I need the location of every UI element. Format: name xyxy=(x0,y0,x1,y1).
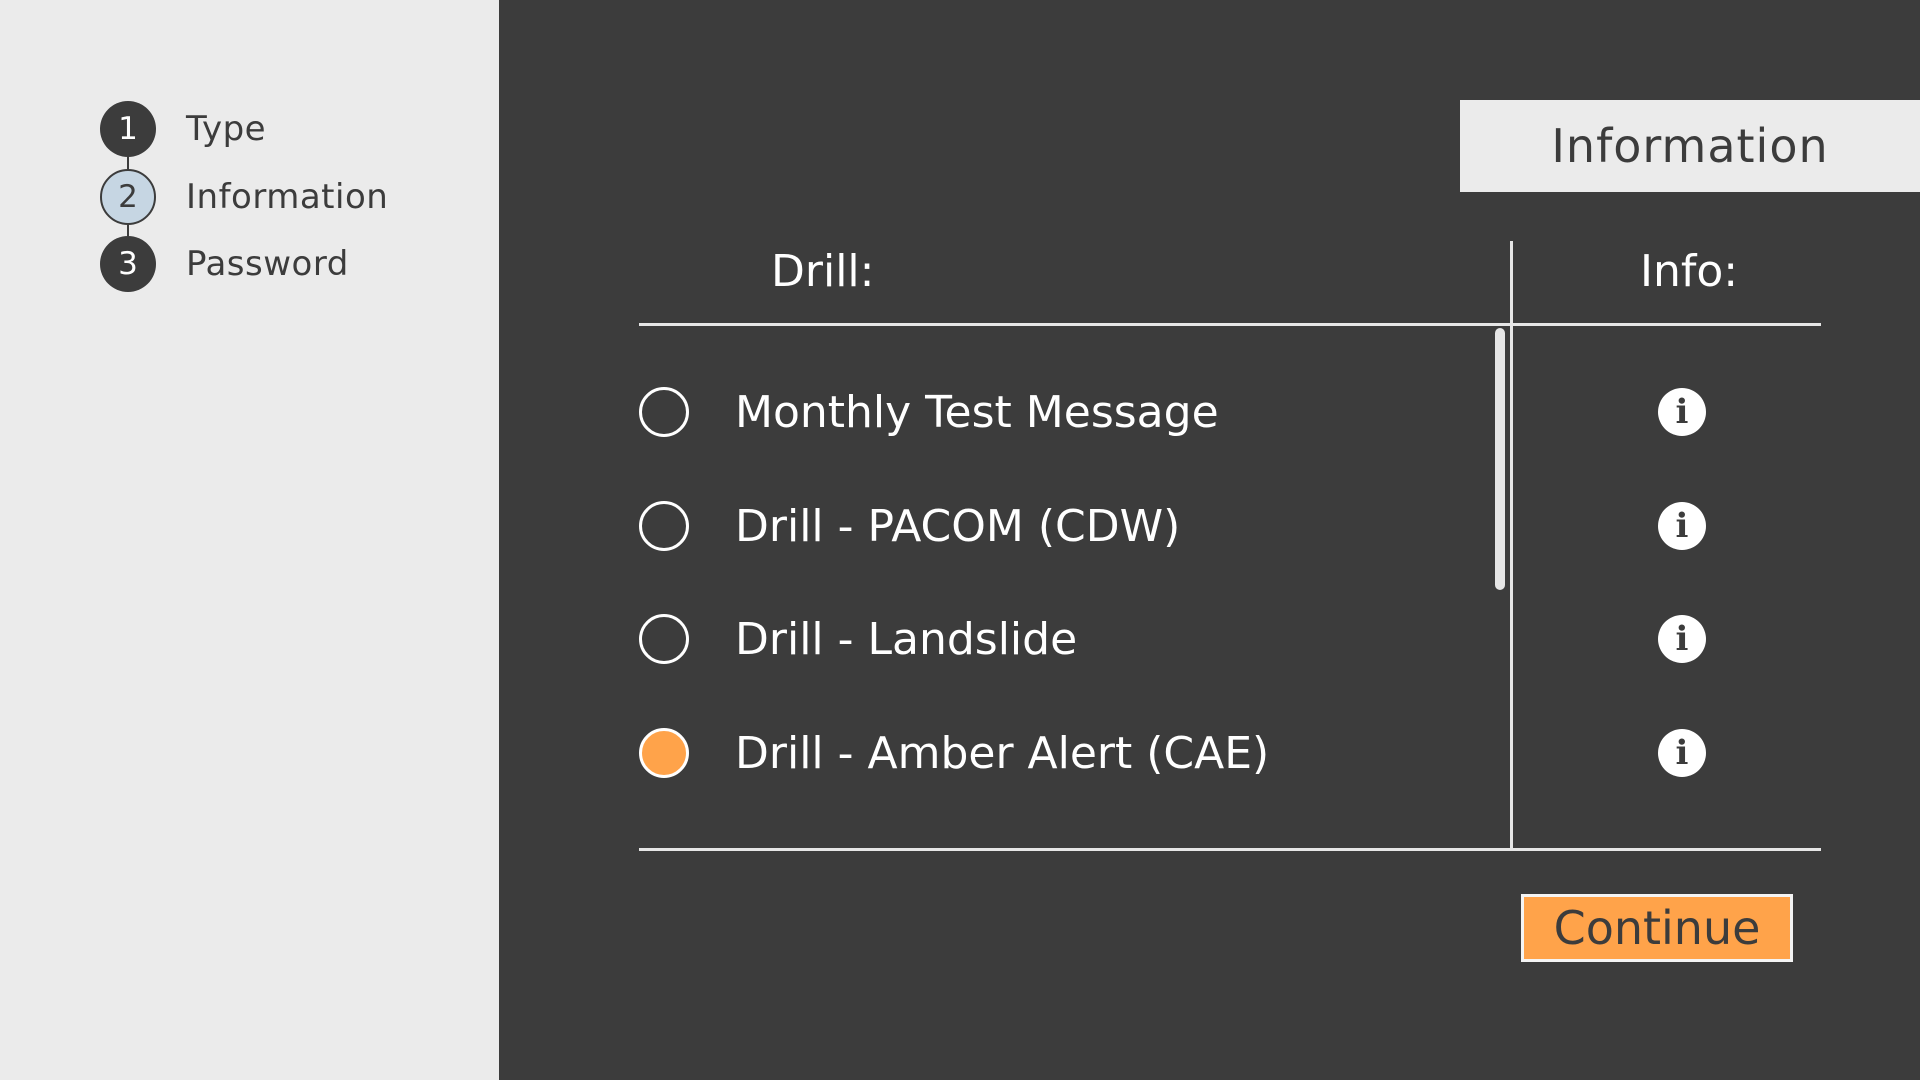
continue-button[interactable]: Continue xyxy=(1521,894,1793,962)
radio-button[interactable] xyxy=(639,501,689,551)
step-number: 1 xyxy=(100,101,156,157)
drill-option-monthly-test[interactable]: Monthly Test Message xyxy=(639,372,1689,452)
step-label: Information xyxy=(186,177,389,217)
table-bottom-divider xyxy=(639,848,1821,851)
radio-button-selected[interactable] xyxy=(639,728,689,778)
page-title: Information xyxy=(1460,100,1920,192)
option-label: Drill - Amber Alert (CAE) xyxy=(735,727,1270,779)
info-column-header: Info: xyxy=(1640,246,1739,297)
option-label: Drill - Landslide xyxy=(735,613,1078,665)
step-number-active: 2 xyxy=(100,169,156,225)
step-type[interactable]: 1 Type xyxy=(100,100,266,158)
info-icon[interactable]: i xyxy=(1658,502,1706,550)
option-label: Monthly Test Message xyxy=(735,386,1219,438)
info-icon[interactable]: i xyxy=(1658,729,1706,777)
drill-option-landslide[interactable]: Drill - Landslide xyxy=(639,599,1689,679)
option-label: Drill - PACOM (CDW) xyxy=(735,500,1181,552)
step-label: Type xyxy=(186,109,267,149)
main-panel: Information Drill: Info: Monthly Test Me… xyxy=(499,0,1920,1080)
drill-option-amber-alert[interactable]: Drill - Amber Alert (CAE) xyxy=(639,713,1689,793)
step-label: Password xyxy=(186,244,349,284)
step-password[interactable]: 3 Password xyxy=(100,235,349,293)
wizard-sidebar: 1 Type 2 Information 3 Password xyxy=(0,0,499,1080)
table-header-divider xyxy=(639,323,1821,326)
radio-button[interactable] xyxy=(639,387,689,437)
info-icon[interactable]: i xyxy=(1658,615,1706,663)
radio-button[interactable] xyxy=(639,614,689,664)
info-icon[interactable]: i xyxy=(1658,388,1706,436)
step-number: 3 xyxy=(100,236,156,292)
step-information[interactable]: 2 Information xyxy=(100,168,388,226)
drill-column-header: Drill: xyxy=(771,246,875,297)
drill-option-pacom[interactable]: Drill - PACOM (CDW) xyxy=(639,486,1689,566)
